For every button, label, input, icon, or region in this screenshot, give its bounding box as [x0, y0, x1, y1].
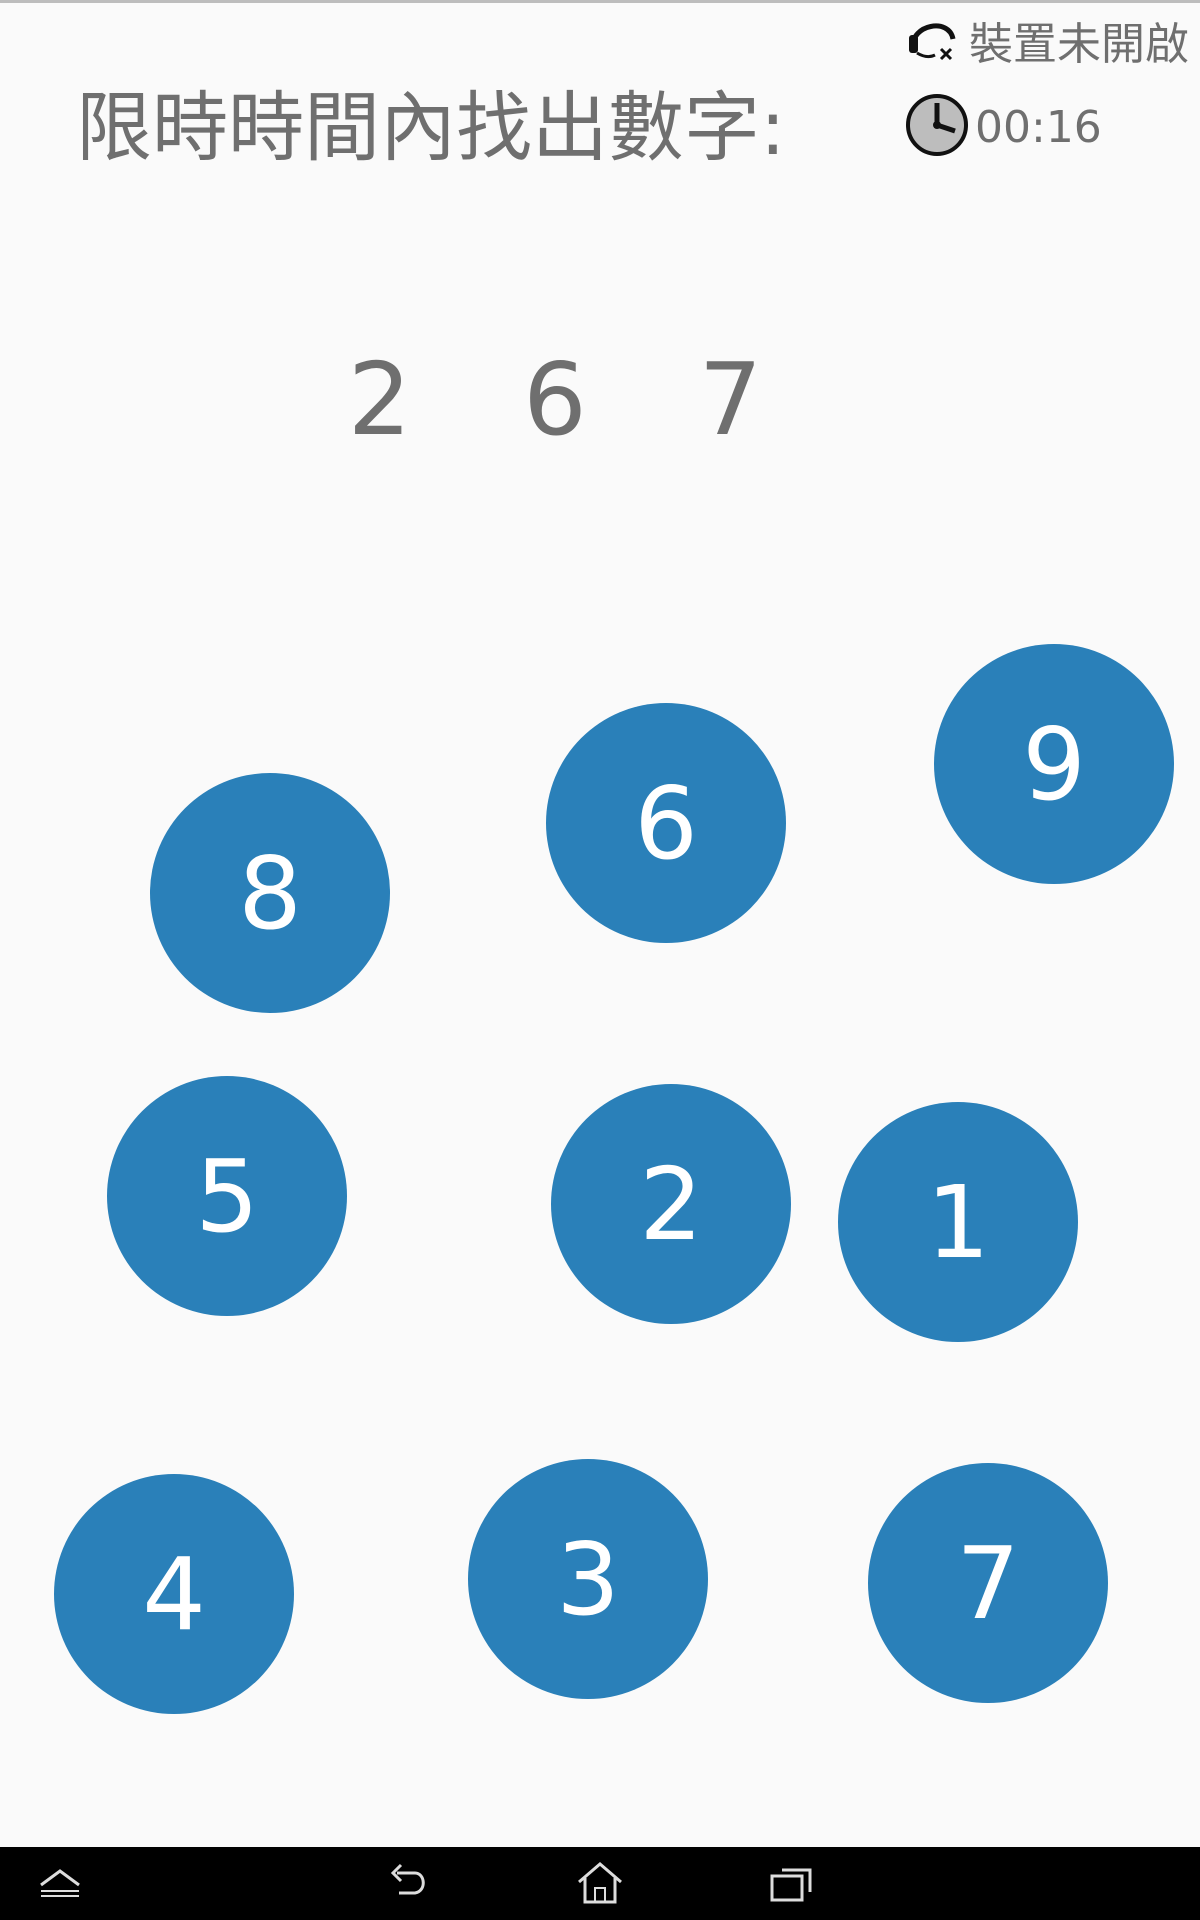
status-divider [0, 0, 1200, 3]
game-screen: 限時時間內找出數字: 裝置未開啟 00:16 2 6 7 8 6 9 5 2 1 [0, 0, 1200, 1920]
number-bubble-2[interactable]: 2 [551, 1084, 791, 1324]
home-icon[interactable] [570, 1855, 630, 1911]
clock-icon [905, 93, 969, 161]
page-title: 限時時間內找出數字: [76, 83, 786, 172]
target-numbers: 2 6 7 [347, 341, 803, 458]
recent-apps-up-icon[interactable] [30, 1855, 90, 1911]
device-status: 裝置未開啟 [905, 12, 1189, 70]
recent-apps-icon[interactable] [762, 1855, 822, 1911]
number-bubble-9[interactable]: 9 [934, 644, 1174, 884]
device-status-text: 裝置未開啟 [969, 19, 1189, 70]
number-bubble-6[interactable]: 6 [546, 703, 786, 943]
headset-disconnected-icon [905, 13, 959, 67]
number-bubble-3[interactable]: 3 [468, 1459, 708, 1699]
back-icon[interactable] [378, 1855, 438, 1911]
number-bubble-5[interactable]: 5 [107, 1076, 347, 1316]
navigation-bar [0, 1847, 1200, 1920]
countdown-timer: 00:16 [905, 92, 1102, 162]
number-bubble-8[interactable]: 8 [150, 773, 390, 1013]
number-bubble-1[interactable]: 1 [838, 1102, 1078, 1342]
number-bubble-4[interactable]: 4 [54, 1474, 294, 1714]
number-bubble-7[interactable]: 7 [868, 1463, 1108, 1703]
timer-text: 00:16 [975, 101, 1102, 153]
